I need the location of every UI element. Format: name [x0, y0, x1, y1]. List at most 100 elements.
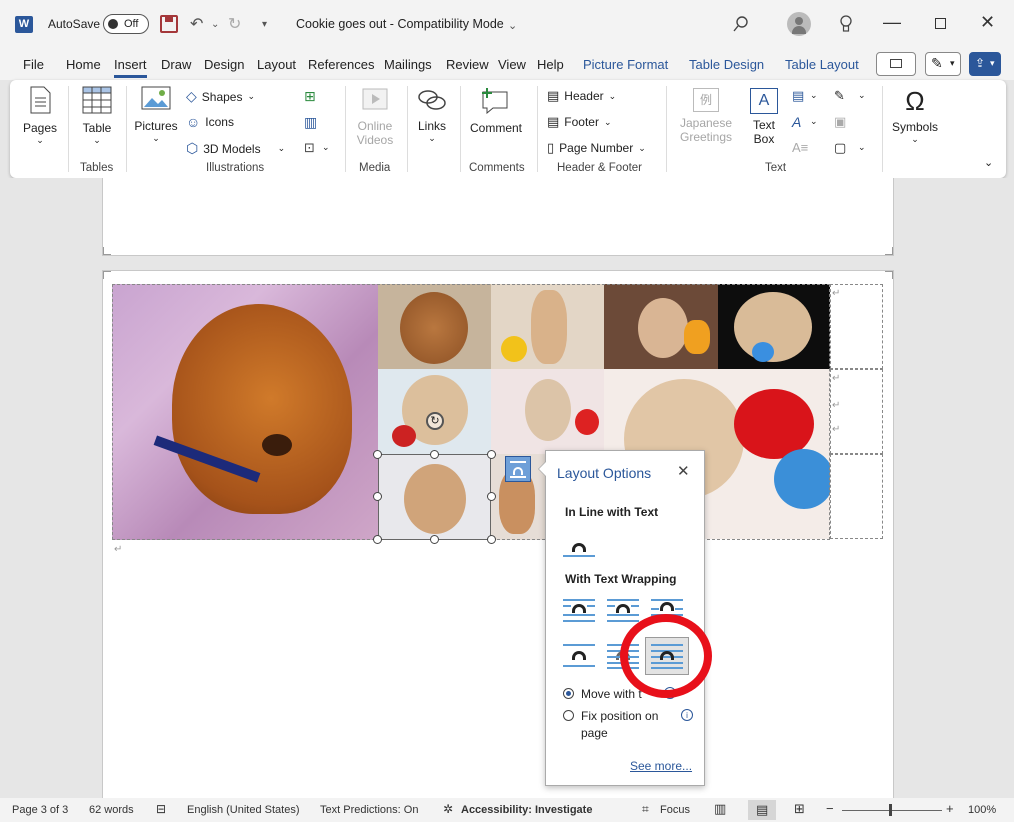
- page-count[interactable]: Page 3 of 3: [12, 804, 68, 816]
- resize-handle-br[interactable]: [487, 535, 496, 544]
- page-2-bottom[interactable]: [102, 178, 894, 256]
- save-icon[interactable]: [160, 15, 178, 33]
- chevron-down-icon: ⌄: [152, 133, 160, 143]
- search-icon[interactable]: [733, 16, 749, 32]
- comments-button[interactable]: [876, 52, 916, 76]
- text-predictions[interactable]: Text Predictions: On: [320, 804, 418, 816]
- table-cell-empty-3[interactable]: [830, 454, 883, 539]
- focus-button[interactable]: Focus: [660, 804, 690, 816]
- close-button[interactable]: ✕: [980, 12, 995, 33]
- 3d-models-button[interactable]: ⬡ 3D Models ⌄: [186, 140, 285, 157]
- footer-button[interactable]: ▤ Footer ⌄: [547, 114, 612, 130]
- share-button[interactable]: ⇪ ▾: [969, 52, 1001, 76]
- tab-references[interactable]: References: [308, 57, 374, 72]
- wrap-top-bottom-icon[interactable]: [563, 643, 595, 669]
- date-time-icon[interactable]: ▣: [834, 114, 846, 130]
- tab-insert[interactable]: Insert: [114, 57, 147, 78]
- rotate-handle-icon[interactable]: ↻: [426, 412, 444, 430]
- read-mode-icon[interactable]: ▥: [714, 801, 726, 817]
- links-button[interactable]: Links ⌄: [412, 88, 452, 144]
- drop-cap-icon[interactable]: A≡: [792, 140, 808, 155]
- icons-button[interactable]: ☺ Icons: [186, 114, 234, 130]
- accessibility-status[interactable]: Accessibility: Investigate: [461, 804, 592, 816]
- resize-handle-bl[interactable]: [373, 535, 382, 544]
- japanese-greetings-button[interactable]: 例 Japanese Greetings: [674, 88, 738, 144]
- customize-toolbar-icon[interactable]: ▾: [262, 19, 267, 30]
- tab-draw[interactable]: Draw: [161, 57, 191, 72]
- quick-parts-icon[interactable]: ▤: [792, 88, 804, 104]
- resize-handle-t[interactable]: [430, 450, 439, 459]
- zoom-slider[interactable]: [842, 810, 942, 811]
- title-dropdown-icon[interactable]: ⌄: [508, 19, 517, 32]
- comment-button[interactable]: Comment: [466, 86, 526, 135]
- move-with-text-label[interactable]: Move with t: [581, 687, 642, 701]
- online-videos-button[interactable]: Online Videos: [354, 88, 396, 147]
- word-count[interactable]: 62 words: [89, 804, 134, 816]
- document-title[interactable]: Cookie goes out - Compatibility Mode: [296, 17, 504, 31]
- resize-handle-tl[interactable]: [373, 450, 382, 459]
- tab-home[interactable]: Home: [66, 57, 101, 72]
- chart-icon[interactable]: ▥: [304, 114, 317, 131]
- shapes-button[interactable]: ◇ Shapes ⌄: [186, 88, 255, 105]
- object-icon[interactable]: ▢: [834, 140, 846, 156]
- wrap-square-icon[interactable]: [563, 598, 595, 624]
- close-icon[interactable]: ✕: [677, 462, 690, 480]
- tab-table-layout[interactable]: Table Layout: [785, 57, 859, 72]
- move-with-text-radio[interactable]: [563, 688, 574, 699]
- language[interactable]: English (United States): [187, 804, 300, 816]
- symbols-button[interactable]: Ω Symbols ⌄: [888, 86, 942, 145]
- tab-help[interactable]: Help: [537, 57, 564, 72]
- minimize-button[interactable]: —: [883, 12, 901, 33]
- proofing-icon[interactable]: ⊟: [156, 802, 166, 816]
- avatar[interactable]: [787, 12, 811, 36]
- page-number-button[interactable]: ▯ Page Number ⌄: [547, 140, 646, 156]
- wrap-tight-icon[interactable]: [607, 598, 639, 624]
- pages-button[interactable]: Pages ⌄: [22, 86, 58, 146]
- editing-button[interactable]: ✎ ▾: [925, 52, 961, 76]
- zoom-in-icon[interactable]: +: [946, 801, 954, 816]
- redo-icon[interactable]: ↻: [228, 14, 241, 34]
- zoom-slider-thumb[interactable]: [889, 804, 892, 816]
- undo-icon[interactable]: ↶: [190, 14, 203, 34]
- resize-handle-r[interactable]: [487, 492, 496, 501]
- fix-position-label-2[interactable]: page: [581, 726, 608, 740]
- web-layout-icon[interactable]: ⊞: [794, 801, 805, 817]
- info-icon[interactable]: i: [681, 709, 693, 721]
- text-box-button[interactable]: A Text Box: [744, 88, 784, 146]
- wordart-icon[interactable]: A: [792, 114, 801, 130]
- zoom-level[interactable]: 100%: [968, 804, 996, 816]
- fix-position-radio[interactable]: [563, 710, 574, 721]
- tab-view[interactable]: View: [498, 57, 526, 72]
- resize-handle-b[interactable]: [430, 535, 439, 544]
- undo-dropdown-icon[interactable]: ⌄: [211, 19, 219, 30]
- fix-position-label-1[interactable]: Fix position on: [581, 709, 658, 723]
- tab-design[interactable]: Design: [204, 57, 244, 72]
- maximize-button[interactable]: [935, 18, 946, 29]
- pictures-button[interactable]: Pictures ⌄: [134, 86, 178, 144]
- header-button[interactable]: ▤ Header ⌄: [547, 88, 616, 104]
- tab-picture-format[interactable]: Picture Format: [583, 57, 668, 72]
- tab-mailings[interactable]: Mailings: [384, 57, 432, 72]
- see-more-link[interactable]: See more...: [630, 759, 692, 773]
- tab-file[interactable]: File: [23, 57, 44, 72]
- symbols-label: Symbols: [891, 120, 938, 134]
- collapse-ribbon-icon[interactable]: ⌄: [984, 156, 993, 169]
- tab-layout[interactable]: Layout: [257, 57, 296, 72]
- document-canvas[interactable]: ↵ ↵ ↵ ↵ ↵ ↻: [0, 178, 1014, 798]
- tab-review[interactable]: Review: [446, 57, 489, 72]
- lightbulb-icon[interactable]: [839, 15, 853, 33]
- table-button[interactable]: Table ⌄: [78, 86, 116, 146]
- resize-handle-tr[interactable]: [487, 450, 496, 459]
- table-label: Table: [82, 121, 112, 135]
- wrap-inline-icon[interactable]: [563, 533, 595, 559]
- smartart-icon[interactable]: ⊞: [304, 88, 316, 105]
- print-layout-button[interactable]: ▤: [748, 800, 776, 820]
- signature-line-icon[interactable]: ✎: [834, 88, 845, 104]
- resize-handle-l[interactable]: [373, 492, 382, 501]
- screenshot-icon[interactable]: ⊡: [304, 140, 315, 156]
- layout-options-button[interactable]: [505, 456, 531, 482]
- tab-table-design[interactable]: Table Design: [689, 57, 764, 72]
- zoom-out-icon[interactable]: −: [826, 801, 834, 816]
- header-icon: ▤: [547, 88, 560, 103]
- autosave-toggle[interactable]: Off: [103, 14, 149, 34]
